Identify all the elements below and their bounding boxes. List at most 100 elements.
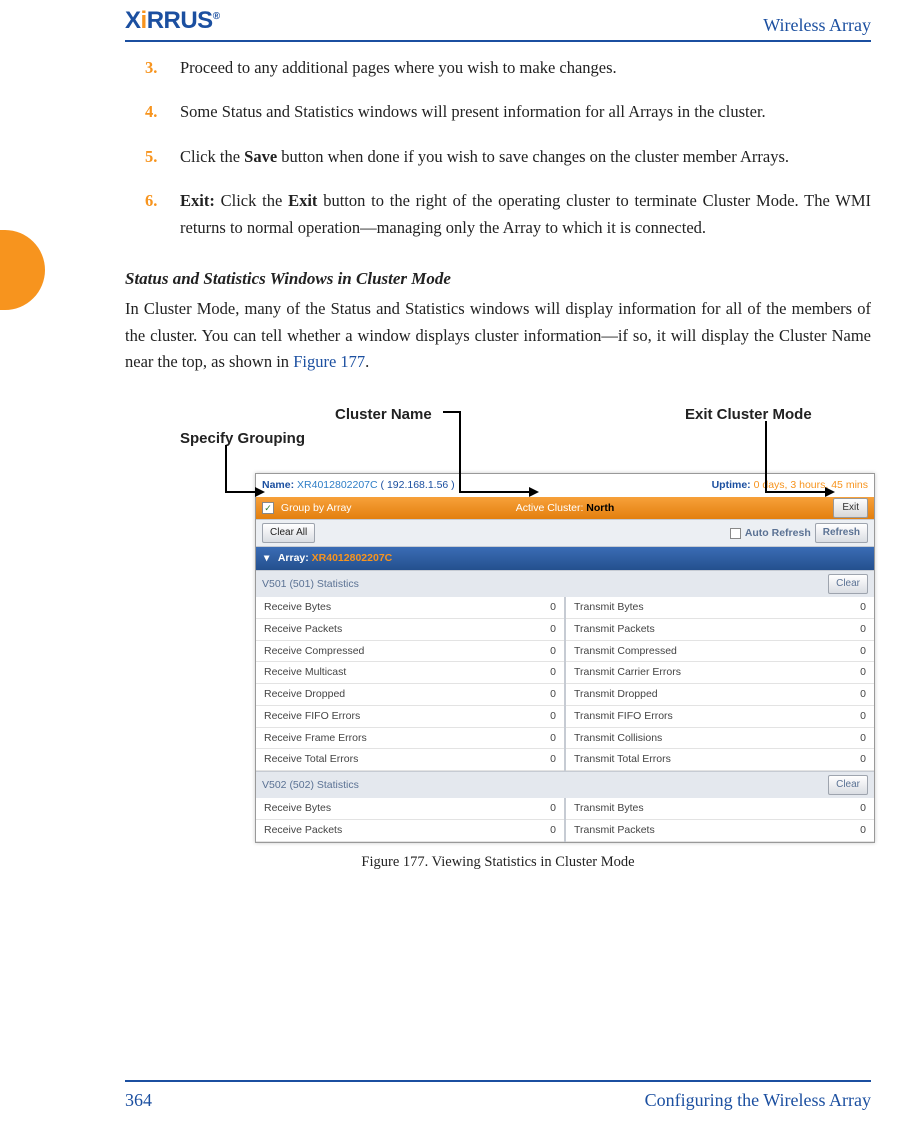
stat-row: Receive Total Errors0	[256, 749, 564, 771]
stat-key: Transmit Packets	[574, 822, 655, 839]
stat-key: Transmit Bytes	[574, 800, 644, 817]
doc-title: Wireless Array	[763, 11, 871, 40]
stats-col-left: Receive Bytes 0 Receive Packets0 Receive Co…	[256, 597, 564, 771]
text-mid: Click the	[215, 191, 288, 210]
stat-key: Transmit Collisions	[574, 730, 662, 747]
section-title: V501 (501) Statistics	[262, 576, 359, 593]
step-5: 5. Click the Save button when done if yo…	[125, 144, 871, 170]
checkbox-checked-icon[interactable]: ✓	[262, 502, 274, 514]
page-footer: 364 Configuring the Wireless Array	[125, 1080, 871, 1115]
stat-key: Receive Frame Errors	[264, 730, 367, 747]
stat-row: Transmit Packets0	[566, 619, 874, 641]
callout-exit-cluster: Exit Cluster Mode	[685, 403, 812, 427]
name-label: Name:	[262, 479, 294, 491]
stat-value: 0	[550, 708, 556, 725]
step-number: 4.	[145, 99, 157, 125]
text-bold: Exit	[288, 191, 317, 210]
stat-row: Transmit Carrier Errors 0	[566, 662, 874, 684]
group-by-array[interactable]: ✓ Group by Array	[262, 500, 352, 517]
stat-value: 0	[860, 664, 866, 681]
name-value: XR4012802207C	[297, 479, 378, 491]
stat-row: Receive Bytes 0	[256, 597, 564, 619]
stat-row: Transmit Compressed0	[566, 641, 874, 663]
stat-row: Transmit Total Errors 0	[566, 749, 874, 771]
stat-row: Transmit Bytes0	[566, 597, 874, 619]
stat-value: 0	[550, 599, 556, 616]
step-6: 6. Exit: Click the Exit button to the ri…	[125, 188, 871, 241]
refresh-controls: Auto Refresh Refresh	[730, 523, 868, 543]
para-text: In Cluster Mode, many of the Status and …	[125, 299, 871, 371]
stat-key: Receive Total Errors	[264, 751, 358, 768]
stat-value: 0	[860, 730, 866, 747]
stat-row: Receive Bytes 0	[256, 798, 564, 820]
figure-area: Cluster Name Exit Cluster Mode Specify G…	[125, 403, 871, 874]
stat-key: Transmit Total Errors	[574, 751, 671, 768]
stat-value: 0	[860, 822, 866, 839]
clear-button[interactable]: Clear	[828, 775, 868, 795]
stat-value: 0	[860, 800, 866, 817]
clear-all-button[interactable]: Clear All	[262, 523, 315, 543]
page-header: XiRRUS® Wireless Array	[125, 10, 871, 42]
checkbox-icon[interactable]	[730, 528, 741, 539]
subheading: Status and Statistics Windows in Cluster…	[125, 265, 871, 292]
group-by-label: Group by Array	[281, 502, 352, 514]
cluster-bar: ✓ Group by Array Active Cluster: North E…	[256, 497, 874, 519]
arrow-line	[459, 411, 461, 493]
stats-grid-2: Receive Bytes0Receive Packets0 Transmit …	[256, 798, 874, 842]
step-text: Click the Save button when done if you w…	[180, 147, 789, 166]
stat-value: 0	[860, 708, 866, 725]
stat-key: Receive Bytes	[264, 800, 331, 817]
body: 3. Proceed to any additional pages where…	[125, 55, 871, 874]
refresh-button[interactable]: Refresh	[815, 523, 868, 543]
step-text: Exit: Click the Exit button to the right…	[180, 191, 871, 236]
step-number: 6.	[145, 188, 157, 214]
uptime-value: 0 days, 3 hours, 45 mins	[754, 479, 868, 491]
arrow-line	[765, 421, 767, 493]
text-prefix: Click the	[180, 147, 244, 166]
arrow-line	[765, 491, 825, 493]
stat-value: 0	[860, 686, 866, 703]
figure-caption: Figure 177. Viewing Statistics in Cluste…	[125, 851, 871, 874]
step-text: Some Status and Statistics windows will …	[180, 102, 766, 121]
stat-key: Transmit Dropped	[574, 686, 658, 703]
uptime-label: Uptime:	[712, 479, 751, 491]
paragraph: In Cluster Mode, many of the Status and …	[125, 296, 871, 375]
stat-row: Receive Packets0	[256, 619, 564, 641]
stat-row: Receive Multicast 0	[256, 662, 564, 684]
figure-link[interactable]: Figure 177	[293, 352, 365, 371]
stats-col-left: Receive Bytes0Receive Packets0	[256, 798, 564, 842]
chapter-title: Configuring the Wireless Array	[645, 1086, 871, 1115]
stat-value: 0	[550, 822, 556, 839]
stat-key: Receive Compressed	[264, 643, 364, 660]
stat-value: 0	[860, 643, 866, 660]
stat-row: Transmit Collisions 0	[566, 728, 874, 750]
collapse-icon[interactable]: ▾	[264, 552, 269, 564]
auto-refresh-label[interactable]: Auto Refresh	[745, 525, 811, 542]
name-ip: ( 192.168.1.56 )	[381, 479, 455, 491]
arrow-line	[225, 445, 227, 493]
stat-row: Receive Packets0	[256, 820, 564, 842]
stat-row: Transmit FIFO Errors0	[566, 706, 874, 728]
step-3: 3. Proceed to any additional pages where…	[125, 55, 871, 81]
stat-key: Receive Dropped	[264, 686, 345, 703]
callout-cluster-name: Cluster Name	[335, 403, 432, 427]
clear-button[interactable]: Clear	[828, 574, 868, 594]
toolbar: Clear All Auto Refresh Refresh	[256, 519, 874, 547]
stat-value: 0	[550, 664, 556, 681]
stat-key: Receive Multicast	[264, 664, 346, 681]
section-v502: V502 (502) Statistics Clear	[256, 771, 874, 798]
stat-value: 0	[550, 686, 556, 703]
active-cluster-label: Active Cluster:	[516, 502, 584, 514]
active-cluster: Active Cluster: North	[516, 500, 615, 517]
stats-col-right: Transmit Bytes 0 Transmit Packets 0	[564, 798, 874, 842]
stat-key: Receive Bytes	[264, 599, 331, 616]
array-bar: ▾ Array: XR4012802207C	[256, 547, 874, 570]
stat-key: Transmit Carrier Errors	[574, 664, 681, 681]
arrow-line	[459, 491, 529, 493]
exit-button[interactable]: Exit	[833, 498, 868, 518]
stat-value: 0	[550, 800, 556, 817]
active-cluster-value: North	[586, 502, 614, 514]
stat-row: Receive Dropped 0	[256, 684, 564, 706]
stat-value: 0	[860, 751, 866, 768]
text-bold: Save	[244, 147, 277, 166]
